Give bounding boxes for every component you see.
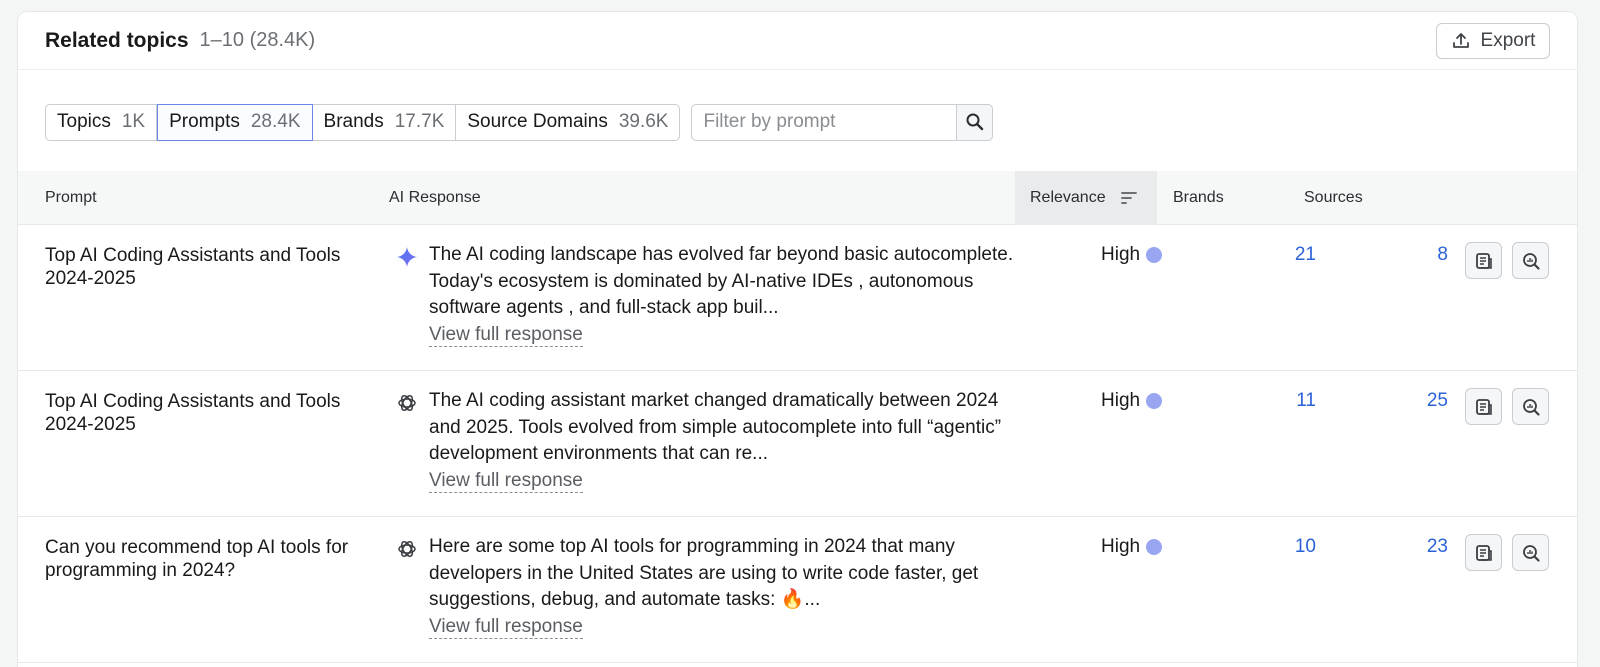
tab-brands[interactable]: Brands 17.7K — [313, 104, 457, 140]
tab-count: 28.4K — [250, 111, 301, 132]
ai-response: Here are some top AI tools for programmi… — [429, 534, 1019, 640]
relevance-value: High — [1101, 390, 1163, 412]
search-icon — [966, 113, 984, 131]
tab-prompts[interactable]: Prompts 28.4K — [157, 103, 313, 141]
column-brands[interactable]: Brands — [1173, 171, 1224, 225]
search-button[interactable] — [956, 103, 994, 141]
document-icon — [1475, 398, 1492, 415]
category-tabs: Topics 1K Prompts 28.4K Brands 17.7K Sou… — [45, 103, 681, 141]
related-topics-card: Related topics 1–10 (28.4K) Export Topic… — [17, 11, 1578, 667]
details-button[interactable] — [1465, 388, 1502, 425]
search-analytics-icon — [1522, 398, 1540, 416]
view-full-response-link[interactable]: View full response — [429, 616, 583, 639]
brands-count-link[interactable]: 11 — [1218, 390, 1316, 412]
gemini-icon — [396, 246, 418, 268]
search-analytics-icon — [1522, 544, 1540, 562]
relevance-label: High — [1101, 244, 1141, 265]
chatgpt-icon — [396, 538, 418, 560]
column-relevance[interactable]: Relevance — [1015, 171, 1157, 225]
upload-icon — [1452, 33, 1469, 48]
analyze-button[interactable] — [1512, 242, 1549, 279]
result-range: 1–10 (28.4K) — [199, 29, 316, 51]
table-row: Can you recommend top AI tools for progr… — [18, 517, 1577, 663]
tab-source-domains[interactable]: Source Domains 39.6K — [456, 105, 679, 140]
table-header: Prompt AI Response Relevance Brands Sour… — [18, 171, 1577, 225]
column-sources[interactable]: Sources — [1304, 171, 1363, 225]
details-button[interactable] — [1465, 534, 1502, 571]
relevance-dot-icon — [1146, 247, 1163, 263]
analyze-button[interactable] — [1512, 534, 1549, 571]
response-text: Here are some top AI tools for programmi… — [429, 536, 979, 610]
sources-count-link[interactable]: 8 — [1348, 244, 1448, 266]
relevance-value: High — [1101, 536, 1163, 558]
tab-count: 17.7K — [394, 111, 445, 132]
tab-topics[interactable]: Topics 1K — [46, 104, 158, 140]
response-text: The AI coding assistant market changed d… — [429, 390, 1002, 464]
table-row: Top AI Coding Assistants and Tools 2024-… — [18, 371, 1577, 517]
tab-label: Source Domains — [467, 111, 608, 132]
page-title: Related topics — [45, 28, 189, 52]
export-button[interactable]: Export — [1436, 23, 1550, 59]
search-analytics-icon — [1522, 252, 1540, 270]
brands-count-link[interactable]: 21 — [1218, 244, 1316, 266]
export-label: Export — [1480, 30, 1536, 51]
tab-label: Topics — [57, 111, 111, 132]
card-header: Related topics 1–10 (28.4K) Export — [18, 12, 1577, 70]
chatgpt-icon — [396, 392, 418, 414]
document-icon — [1475, 252, 1492, 269]
prompt-text: Can you recommend top AI tools for progr… — [45, 537, 349, 581]
sources-count-link[interactable]: 25 — [1348, 390, 1448, 412]
column-relevance-label: Relevance — [1030, 189, 1106, 206]
tab-count: 1K — [121, 111, 146, 132]
document-icon — [1475, 544, 1492, 561]
relevance-label: High — [1101, 536, 1141, 557]
prompt-text: Top AI Coding Assistants and Tools 2024-… — [45, 391, 341, 435]
view-full-response-link[interactable]: View full response — [429, 470, 583, 493]
filter-group — [691, 103, 994, 141]
view-full-response-link[interactable]: View full response — [429, 324, 583, 347]
column-prompt[interactable]: Prompt — [45, 171, 97, 225]
response-text: The AI coding landscape has evolved far … — [429, 244, 1014, 318]
relevance-label: High — [1101, 390, 1141, 411]
tab-count: 39.6K — [618, 111, 669, 132]
sort-icon — [1120, 192, 1137, 204]
relevance-value: High — [1101, 244, 1163, 266]
tab-label: Prompts — [169, 111, 240, 132]
filter-input[interactable] — [691, 103, 957, 141]
tab-label: Brands — [323, 111, 384, 132]
sources-count-link[interactable]: 23 — [1348, 536, 1448, 558]
relevance-dot-icon — [1146, 539, 1163, 555]
relevance-dot-icon — [1146, 393, 1163, 409]
ai-response: The AI coding landscape has evolved far … — [429, 242, 1019, 348]
column-ai-response[interactable]: AI Response — [389, 171, 481, 225]
table-row: Top AI Coding Assistants and Tools 2024-… — [18, 225, 1577, 371]
prompt-text: Top AI Coding Assistants and Tools 2024-… — [45, 245, 341, 289]
details-button[interactable] — [1465, 242, 1502, 279]
toolbar: Topics 1K Prompts 28.4K Brands 17.7K Sou… — [18, 70, 1577, 171]
analyze-button[interactable] — [1512, 388, 1549, 425]
ai-response: The AI coding assistant market changed d… — [429, 388, 1019, 494]
brands-count-link[interactable]: 10 — [1218, 536, 1316, 558]
